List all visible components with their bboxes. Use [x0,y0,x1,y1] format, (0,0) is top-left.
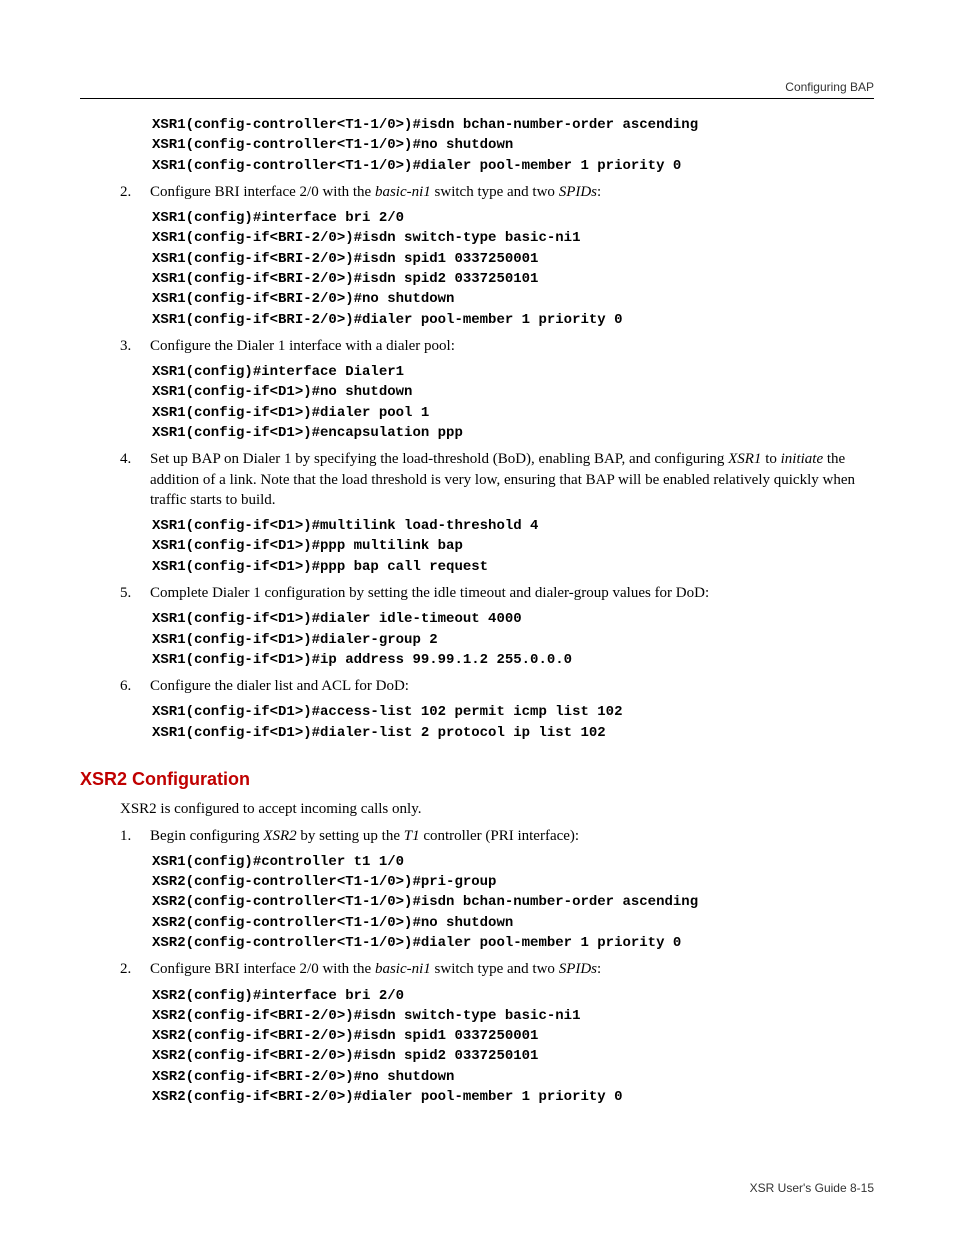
italic-text: basic-ni1 [375,961,431,977]
italic-text: XSR1 [728,451,761,467]
italic-text: basic-ni1 [375,184,431,200]
code-block: XSR1(config-controller<T1-1/0>)#isdn bch… [152,115,874,176]
step-number: 2. [120,959,150,979]
text: : [597,961,601,977]
italic-text: initiate [781,451,824,467]
step-number: 1. [120,826,150,846]
code-block: XSR2(config)#interface bri 2/0 XSR2(conf… [152,986,874,1108]
code-block: XSR1(config-if<D1>)#dialer idle-timeout … [152,609,874,670]
step-2: 2. Configure BRI interface 2/0 with the … [120,182,874,202]
text: : [597,184,601,200]
step-number: 5. [120,583,150,603]
text: to [761,451,780,467]
step-text: Configure BRI interface 2/0 with the bas… [150,959,874,979]
code-block: XSR1(config-if<D1>)#multilink load-thres… [152,516,874,577]
text: by setting up the [297,828,404,844]
step-b1: 1. Begin configuring XSR2 by setting up … [120,826,874,846]
code-block: XSR1(config)#interface Dialer1 XSR1(conf… [152,362,874,443]
code-block: XSR1(config)#interface bri 2/0 XSR1(conf… [152,208,874,330]
code-block: XSR1(config)#controller t1 1/0 XSR2(conf… [152,852,874,953]
text: Begin configuring [150,828,263,844]
text: Configure BRI interface 2/0 with the [150,184,375,200]
text: switch type and two [431,184,559,200]
page-content: XSR1(config-controller<T1-1/0>)#isdn bch… [80,115,874,1107]
text: Set up BAP on Dialer 1 by specifying the… [150,451,728,467]
text: Configure BRI interface 2/0 with the [150,961,375,977]
step-5: 5. Complete Dialer 1 configuration by se… [120,583,874,603]
italic-text: XSR2 [263,828,296,844]
step-6: 6. Configure the dialer list and ACL for… [120,676,874,696]
running-header: Configuring BAP [785,80,874,94]
step-number: 3. [120,336,150,356]
step-text: Configure the Dialer 1 interface with a … [150,336,874,356]
header-rule [80,98,874,99]
step-number: 6. [120,676,150,696]
step-text: Set up BAP on Dialer 1 by specifying the… [150,449,874,510]
text: controller (PRI interface): [420,828,580,844]
step-number: 4. [120,449,150,510]
text: switch type and two [431,961,559,977]
step-text: Configure BRI interface 2/0 with the bas… [150,182,874,202]
step-text: Configure the dialer list and ACL for Do… [150,676,874,696]
page-footer: XSR User's Guide 8-15 [750,1181,874,1195]
section-heading: XSR2 Configuration [80,767,874,791]
italic-text: T1 [404,828,420,844]
section-intro: XSR2 is configured to accept incoming ca… [120,799,874,819]
step-3: 3. Configure the Dialer 1 interface with… [120,336,874,356]
code-block: XSR1(config-if<D1>)#access-list 102 perm… [152,702,874,743]
step-4: 4. Set up BAP on Dialer 1 by specifying … [120,449,874,510]
step-text: Begin configuring XSR2 by setting up the… [150,826,874,846]
italic-text: SPIDs [559,184,597,200]
italic-text: SPIDs [559,961,597,977]
step-number: 2. [120,182,150,202]
step-text: Complete Dialer 1 configuration by setti… [150,583,874,603]
step-b2: 2. Configure BRI interface 2/0 with the … [120,959,874,979]
